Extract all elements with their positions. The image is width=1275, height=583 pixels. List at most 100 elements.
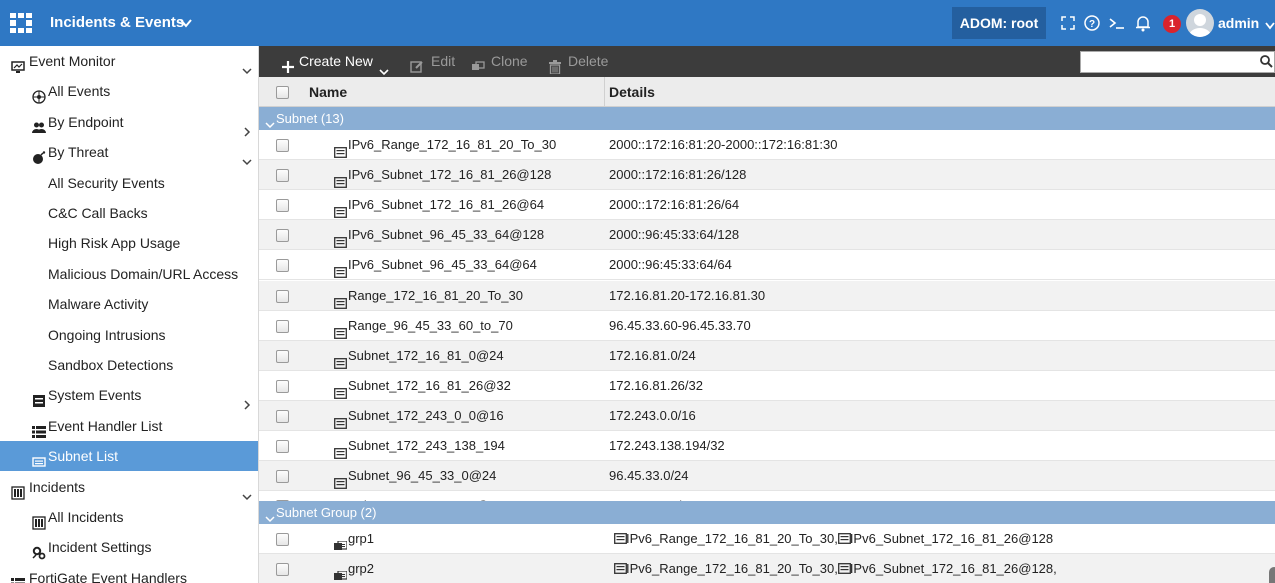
group-header-subnet[interactable]: Subnet (13) (259, 107, 1275, 130)
row-checkbox[interactable] (276, 169, 289, 183)
sidebar-item-sandbox-detections[interactable]: Sandbox Detections (0, 350, 258, 380)
chevron-down-icon[interactable] (180, 17, 192, 29)
row-name[interactable]: Range_172_16_81_20_To_30 (348, 281, 523, 311)
sidebar-item-label: Subnet List (48, 448, 119, 464)
subnet-group-icon (334, 563, 348, 580)
sidebar-item-fortigate-event-handlers[interactable]: FortiGate Event Handlers (0, 563, 258, 583)
sidebar-item-system-events[interactable]: System Events (0, 380, 258, 410)
sidebar-item-label: Event Handler List (48, 418, 163, 434)
row-name[interactable]: grp1 (348, 524, 374, 554)
sidebar-item-incident-settings[interactable]: Incident Settings (0, 532, 258, 562)
adom-selector[interactable]: ADOM: root (952, 7, 1046, 39)
subnet-icon (334, 290, 347, 309)
bell-icon[interactable] (1134, 14, 1152, 32)
subnet-icon (334, 410, 347, 429)
sidebar-item-event-monitor[interactable]: Event Monitor (0, 46, 258, 76)
row-checkbox[interactable] (276, 289, 289, 303)
help-icon[interactable]: ? (1083, 14, 1101, 32)
user-menu[interactable]: admin (1218, 0, 1259, 46)
row-name[interactable]: Range_96_45_33_60_to_70 (348, 311, 513, 341)
chevron-down-icon (242, 56, 252, 75)
subnet-icon (334, 320, 347, 339)
column-header-details[interactable]: Details (609, 77, 655, 107)
table-row[interactable]: Range_96_45_33_60_to_70 96.45.33.60-96.45… (259, 311, 1275, 341)
avatar[interactable] (1186, 9, 1214, 37)
row-checkbox[interactable] (276, 409, 289, 423)
table-row[interactable]: IPv6_Range_172_16_81_20_To_30 2000::172:1… (259, 130, 1275, 160)
row-checkbox[interactable] (276, 349, 289, 363)
row-name[interactable]: IPv6_Subnet_96_45_33_64@64 (348, 250, 537, 280)
table-row[interactable]: Subnet_172_16_81_0@24 172.16.81.0/24 (259, 340, 1275, 371)
sidebar-item-by-endpoint[interactable]: By Endpoint (0, 107, 258, 137)
table-row[interactable]: Subnet_172_243_138_194 172.243.138.194/32 (259, 431, 1275, 461)
cli-console-icon[interactable] (1108, 14, 1126, 32)
row-checkbox[interactable] (276, 563, 289, 576)
sidebar-item-high-risk-app-usage[interactable]: High Risk App Usage (0, 228, 258, 258)
row-name[interactable]: Subnet_96_45_33_0@24 (348, 461, 496, 491)
subnet-table: Name Details Subnet (13) IPv6_Range_172_… (259, 77, 1275, 583)
row-details: 2000::96:45:33:64/64 (609, 257, 732, 273)
group-header-subnet-group[interactable]: Subnet Group (2) (259, 501, 1275, 524)
sidebar-item-all-incidents[interactable]: All Incidents (0, 502, 258, 532)
row-checkbox[interactable] (276, 319, 289, 333)
search-icon[interactable] (1259, 54, 1273, 68)
row-checkbox[interactable] (276, 259, 289, 273)
notification-badge[interactable]: 1 (1163, 15, 1181, 33)
sidebar-item-malicious-domain-url-access[interactable]: Malicious Domain/URL Access (0, 259, 258, 289)
sidebar-item-event-handler-list[interactable]: Event Handler List (0, 411, 258, 441)
row-checkbox[interactable] (276, 199, 289, 213)
row-name[interactable]: Subnet_172_243_0_0@16 (348, 401, 504, 431)
row-name[interactable]: grp2 (348, 554, 374, 583)
subnet-icon (334, 350, 347, 369)
table-row[interactable]: Subnet_172_16_81_26@32 172.16.81.26/32 (259, 371, 1275, 401)
sidebar-item-all-security-events[interactable]: All Security Events (0, 168, 258, 198)
row-checkbox[interactable] (276, 440, 289, 453)
table-row[interactable]: IPv6_Subnet_172_16_81_26@128 2000::172:16… (259, 160, 1275, 191)
row-checkbox[interactable] (276, 533, 289, 546)
chevron-down-icon[interactable] (1265, 18, 1275, 30)
sidebar-item-ongoing-intrusions[interactable]: Ongoing Intrusions (0, 320, 258, 350)
sidebar-item-cc-call-backs[interactable]: C&C Call Backs (0, 198, 258, 228)
row-checkbox[interactable] (276, 470, 289, 484)
table-row[interactable]: Subnet_96_45_33_0@24 96.45.33.0/24 (259, 461, 1275, 492)
table-row[interactable]: grp1 IPv6_Range_172_16_81_20_To_30, IPv6_S… (259, 524, 1275, 554)
sidebar-item-label: High Risk App Usage (48, 235, 181, 251)
row-name[interactable]: IPv6_Subnet_172_16_81_26@64 (348, 190, 544, 220)
row-name[interactable]: IPv6_Subnet_172_16_81_26@128 (348, 160, 551, 190)
column-divider[interactable] (604, 77, 605, 107)
sidebar-item-subnet-list[interactable]: Subnet List (0, 441, 258, 471)
subnet-icon (334, 259, 347, 279)
table-row[interactable]: IPv6_Subnet_96_45_33_64@64 2000::96:45:33… (259, 250, 1275, 281)
sidebar-item-incidents[interactable]: Incidents (0, 472, 258, 502)
table-row[interactable]: Range_172_16_81_20_To_30 172.16.81.20-172… (259, 280, 1275, 311)
scrollbar[interactable] (1269, 567, 1275, 583)
table-row[interactable]: grp2 IPv6_Range_172_16_81_20_To_30, IPv6_S… (259, 554, 1275, 583)
row-checkbox[interactable] (276, 139, 289, 152)
table-row[interactable]: IPv6_Subnet_172_16_81_26@64 2000::172:16:… (259, 190, 1275, 221)
app-title[interactable]: Incidents & Events (50, 0, 184, 46)
row-name[interactable]: Subnet_172_243_138_194 (348, 431, 505, 461)
table-row[interactable]: Subnet_172_243_0_0@16 172.243.0.0/16 (259, 400, 1275, 431)
row-checkbox[interactable] (276, 229, 289, 243)
sidebar-item-label: Incidents (29, 479, 86, 495)
table-row[interactable]: IPv6_Subnet_96_45_33_64@128 2000::96:45:3… (259, 220, 1275, 251)
select-all-checkbox[interactable] (276, 86, 289, 99)
row-name[interactable]: IPv6_Subnet_96_45_33_64@128 (348, 220, 544, 250)
sidebar: Event Monitor All Events By Endpoint By … (0, 46, 259, 583)
row-checkbox[interactable] (276, 379, 289, 393)
incidents-icon (11, 480, 25, 500)
sidebar-item-malware-activity[interactable]: Malware Activity (0, 289, 258, 319)
sidebar-item-by-threat[interactable]: By Threat (0, 137, 258, 167)
fullscreen-icon[interactable] (1059, 14, 1077, 32)
sidebar-item-all-events[interactable]: All Events (0, 76, 258, 106)
chevron-right-icon (242, 117, 252, 137)
sidebar-item-label: Event Monitor (29, 53, 116, 69)
row-name[interactable]: Subnet_172_16_81_26@32 (348, 371, 511, 401)
fortinet-logo-icon[interactable] (10, 13, 32, 33)
chevron-down-icon (242, 482, 252, 501)
row-name[interactable]: Subnet_172_16_81_0@24 (348, 341, 504, 371)
search-icon-wrap[interactable] (1080, 51, 1275, 73)
subnet-icon (837, 555, 851, 574)
row-name[interactable]: IPv6_Range_172_16_81_20_To_30 (348, 130, 556, 160)
column-header-name[interactable]: Name (309, 77, 347, 107)
